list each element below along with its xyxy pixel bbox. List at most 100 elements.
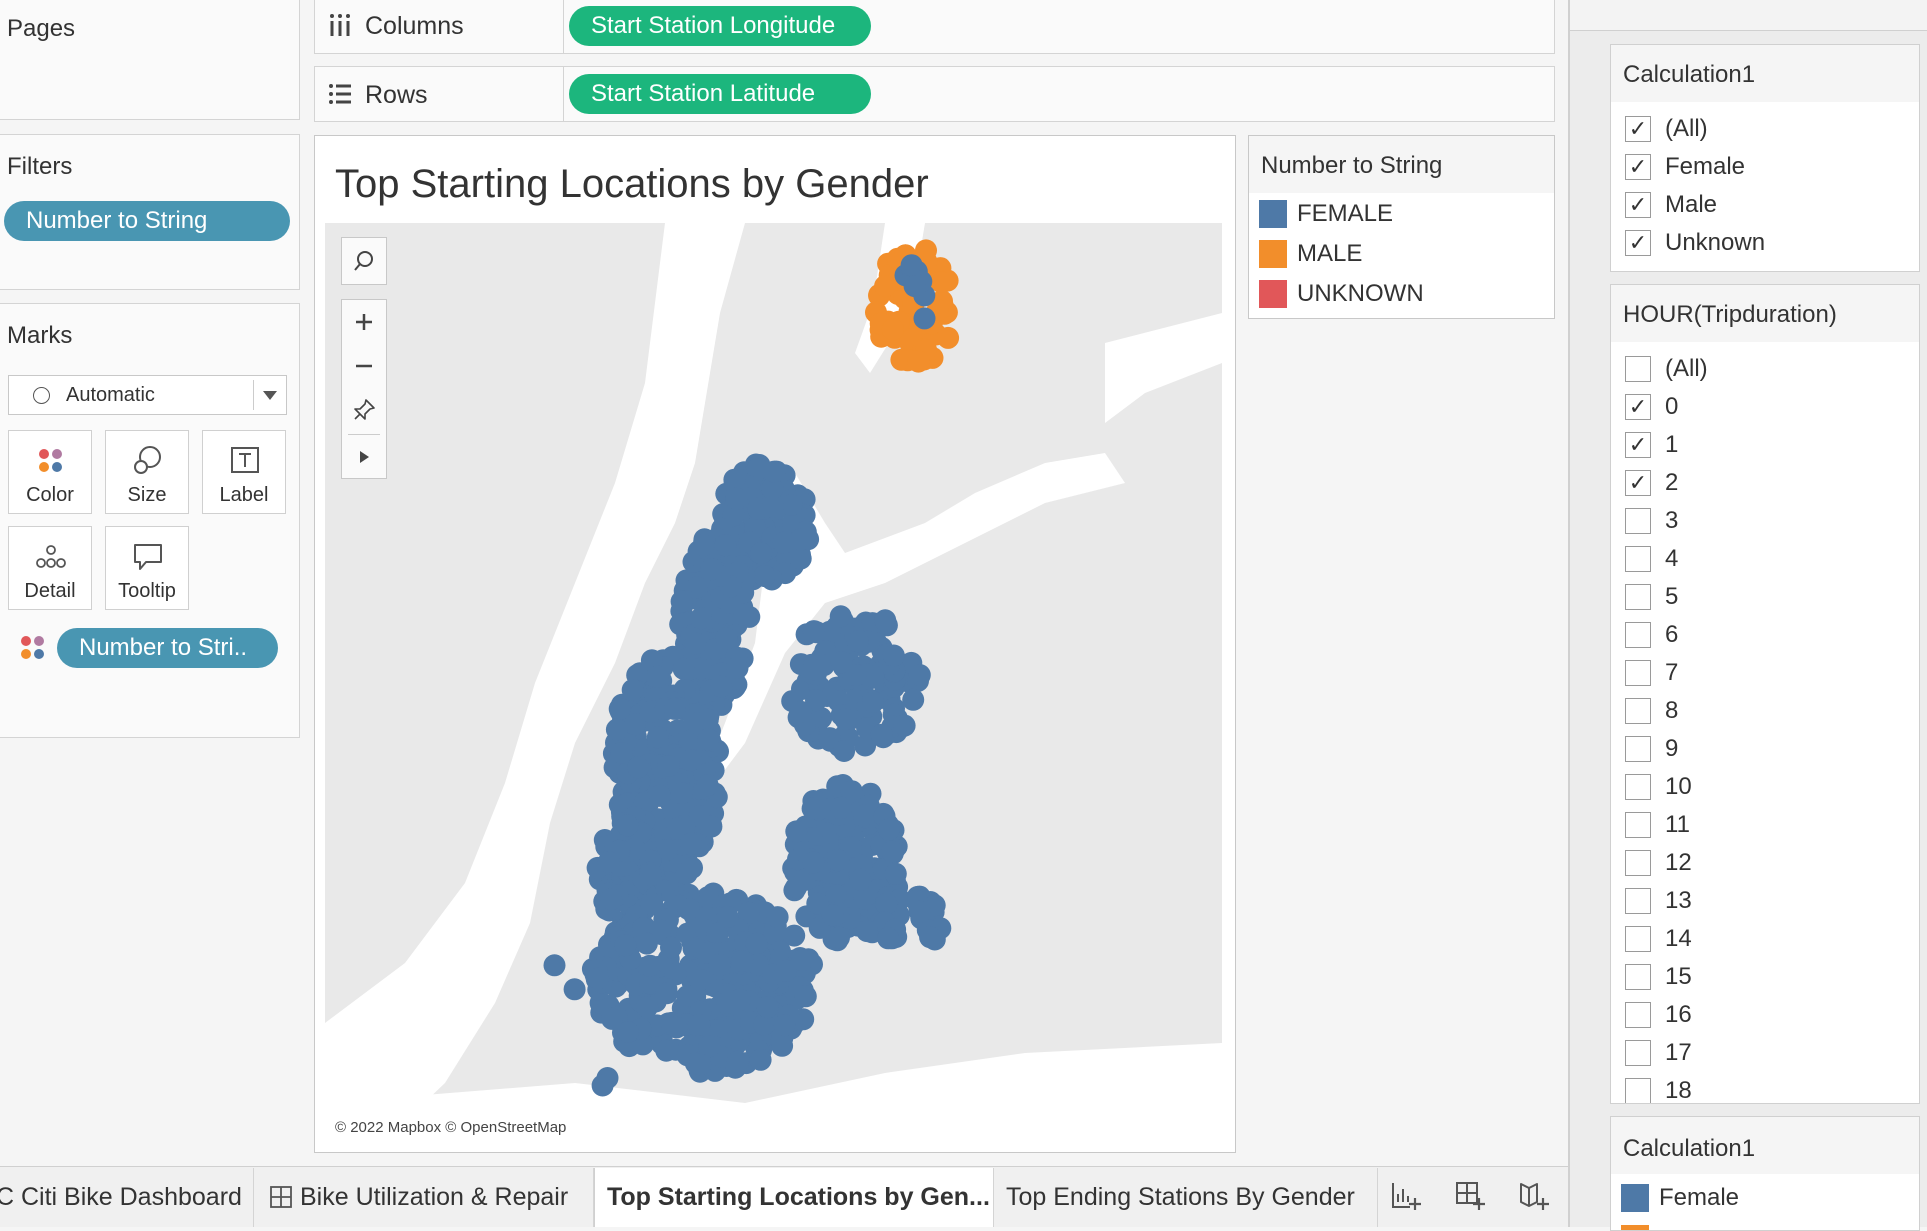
- checkbox-unchecked[interactable]: [1625, 356, 1651, 382]
- station-dot: [700, 815, 723, 838]
- checkbox-unchecked[interactable]: [1625, 926, 1651, 952]
- pages-card[interactable]: Pages: [0, 0, 300, 120]
- label-card[interactable]: Label: [202, 430, 286, 514]
- checkbox-unchecked[interactable]: [1625, 850, 1651, 876]
- marks-card[interactable]: Marks Automatic Color Size Label Detail …: [0, 303, 300, 738]
- new-worksheet-button[interactable]: [1390, 1180, 1426, 1216]
- checkbox-unchecked[interactable]: [1625, 1078, 1651, 1103]
- tab-top-starting-locations[interactable]: Top Starting Locations by Gen...: [594, 1168, 994, 1227]
- station-dot: [610, 742, 633, 764]
- map-canvas[interactable]: [325, 223, 1222, 1140]
- hour-filter-item[interactable]: 8: [1625, 694, 1678, 728]
- checkbox-unchecked[interactable]: [1625, 1002, 1651, 1028]
- hour-filter-item[interactable]: 12: [1625, 846, 1692, 880]
- hour-filter[interactable]: HOUR(Tripduration) (All) ✓ 0 ✓ 1 ✓ 2 3 4 5 6 7 8 9 10 1…: [1610, 284, 1920, 1104]
- checkbox-checked[interactable]: ✓: [1625, 154, 1651, 180]
- checkbox-unchecked[interactable]: [1625, 888, 1651, 914]
- checkbox-unchecked[interactable]: [1625, 1040, 1651, 1066]
- calculation1-filter-item-label: (All): [1665, 115, 1708, 142]
- tab-bike-utilization-repair[interactable]: Bike Utilization & Repair: [254, 1168, 594, 1227]
- checkbox-checked[interactable]: ✓: [1625, 116, 1651, 142]
- checkbox-checked[interactable]: ✓: [1625, 470, 1651, 496]
- station-dot: [919, 926, 942, 949]
- rows-shelf[interactable]: Rows Start Station Latitude: [314, 66, 1555, 122]
- calculation1-filter-item[interactable]: ✓ Female: [1625, 150, 1745, 184]
- hour-filter-item[interactable]: ✓ 0: [1625, 390, 1678, 424]
- map-tools-expand-button[interactable]: [342, 436, 386, 478]
- station-dot: [591, 1074, 614, 1097]
- size-card-label: Size: [127, 484, 167, 506]
- checkbox-unchecked[interactable]: [1625, 736, 1651, 762]
- filter-pill-number-to-string[interactable]: Number to String: [4, 201, 290, 241]
- map-area[interactable]: © 2022 Mapbox © OpenStreetMap: [325, 223, 1222, 1140]
- hour-filter-item[interactable]: 17: [1625, 1036, 1692, 1070]
- calculation1-filter-item[interactable]: ✓ Unknown: [1625, 226, 1765, 260]
- hour-filter-item[interactable]: (All): [1625, 352, 1708, 386]
- legend-item-unknown[interactable]: UNKNOWN: [1259, 277, 1424, 311]
- map-zoom-group: [341, 299, 387, 479]
- calculation1-filter-item[interactable]: ✓ Male: [1625, 188, 1717, 222]
- checkbox-unchecked[interactable]: [1625, 546, 1651, 572]
- checkbox-unchecked[interactable]: [1625, 698, 1651, 724]
- pin-map-button[interactable]: [342, 388, 386, 432]
- checkbox-checked[interactable]: ✓: [1625, 394, 1651, 420]
- legend-item-male[interactable]: MALE: [1259, 237, 1362, 271]
- tab-top-ending-stations[interactable]: Top Ending Stations By Gender: [994, 1168, 1378, 1227]
- columns-pill-start-station-longitude[interactable]: Start Station Longitude: [569, 6, 871, 46]
- size-card[interactable]: Size: [105, 430, 189, 514]
- new-story-button[interactable]: [1518, 1180, 1554, 1216]
- checkbox-unchecked[interactable]: [1625, 508, 1651, 534]
- new-dashboard-button[interactable]: [1454, 1180, 1490, 1216]
- color-card[interactable]: Color: [8, 430, 92, 514]
- hour-filter-item[interactable]: ✓ 2: [1625, 466, 1678, 500]
- station-dot: [716, 905, 739, 928]
- checkbox-checked[interactable]: ✓: [1625, 432, 1651, 458]
- calculation1-filter-item[interactable]: ✓ (All): [1625, 112, 1708, 146]
- legend-label: MALE: [1297, 240, 1363, 267]
- hour-filter-item[interactable]: 7: [1625, 656, 1678, 690]
- checkbox-unchecked[interactable]: [1625, 584, 1651, 610]
- zoom-out-button[interactable]: [342, 344, 386, 388]
- tab-label: Bike Utilization & Repair: [300, 1183, 569, 1211]
- hour-filter-item[interactable]: 5: [1625, 580, 1678, 614]
- hour-filter-item[interactable]: 10: [1625, 770, 1692, 804]
- hour-filter-item[interactable]: 4: [1625, 542, 1678, 576]
- color-legend[interactable]: Number to String FEMALE MALE UNKNOWN: [1248, 135, 1555, 319]
- hour-filter-item[interactable]: 14: [1625, 922, 1692, 956]
- checkbox-unchecked[interactable]: [1625, 660, 1651, 686]
- calculation1-filter-header: Calculation1: [1611, 45, 1919, 102]
- tab-citi-bike-dashboard[interactable]: C Citi Bike Dashboard: [0, 1168, 254, 1227]
- checkbox-checked[interactable]: ✓: [1625, 192, 1651, 218]
- station-dot: [681, 856, 703, 879]
- mark-type-dropdown[interactable]: Automatic: [8, 375, 287, 415]
- checkbox-checked[interactable]: ✓: [1625, 230, 1651, 256]
- hour-filter-item[interactable]: 6: [1625, 618, 1678, 652]
- hour-filter-item[interactable]: 3: [1625, 504, 1678, 538]
- hour-filter-item[interactable]: ✓ 1: [1625, 428, 1678, 462]
- calculation1-legend-item-female[interactable]: Female: [1621, 1181, 1739, 1215]
- map-search-button[interactable]: [341, 237, 387, 285]
- checkbox-unchecked[interactable]: [1625, 622, 1651, 648]
- color-pill-number-to-string[interactable]: Number to Stri..: [57, 628, 278, 668]
- calculation1-filter[interactable]: Calculation1 ✓ (All) ✓ Female ✓ Male ✓ Unknown: [1610, 44, 1920, 272]
- calculation1-legend[interactable]: Calculation1 Female: [1610, 1116, 1920, 1231]
- legend-item-female[interactable]: FEMALE: [1259, 197, 1393, 231]
- hour-filter-item[interactable]: 15: [1625, 960, 1692, 994]
- hour-filter-item[interactable]: 13: [1625, 884, 1692, 918]
- zoom-in-button[interactable]: [342, 300, 386, 344]
- legend-swatch: [1259, 280, 1287, 308]
- tooltip-card[interactable]: Tooltip: [105, 526, 189, 610]
- station-dot: [828, 926, 850, 949]
- hour-filter-item[interactable]: 9: [1625, 732, 1678, 766]
- checkbox-unchecked[interactable]: [1625, 964, 1651, 990]
- hour-filter-item[interactable]: 11: [1625, 808, 1690, 842]
- hour-filter-item[interactable]: 18: [1625, 1074, 1692, 1103]
- checkbox-unchecked[interactable]: [1625, 774, 1651, 800]
- checkbox-unchecked[interactable]: [1625, 812, 1651, 838]
- columns-shelf[interactable]: Columns Start Station Longitude: [314, 0, 1555, 54]
- filters-card[interactable]: Filters Number to String: [0, 134, 300, 290]
- detail-card[interactable]: Detail: [8, 526, 92, 610]
- hour-filter-item[interactable]: 16: [1625, 998, 1692, 1032]
- rows-pill-start-station-latitude[interactable]: Start Station Latitude: [569, 74, 871, 114]
- legend-label: FEMALE: [1297, 200, 1394, 227]
